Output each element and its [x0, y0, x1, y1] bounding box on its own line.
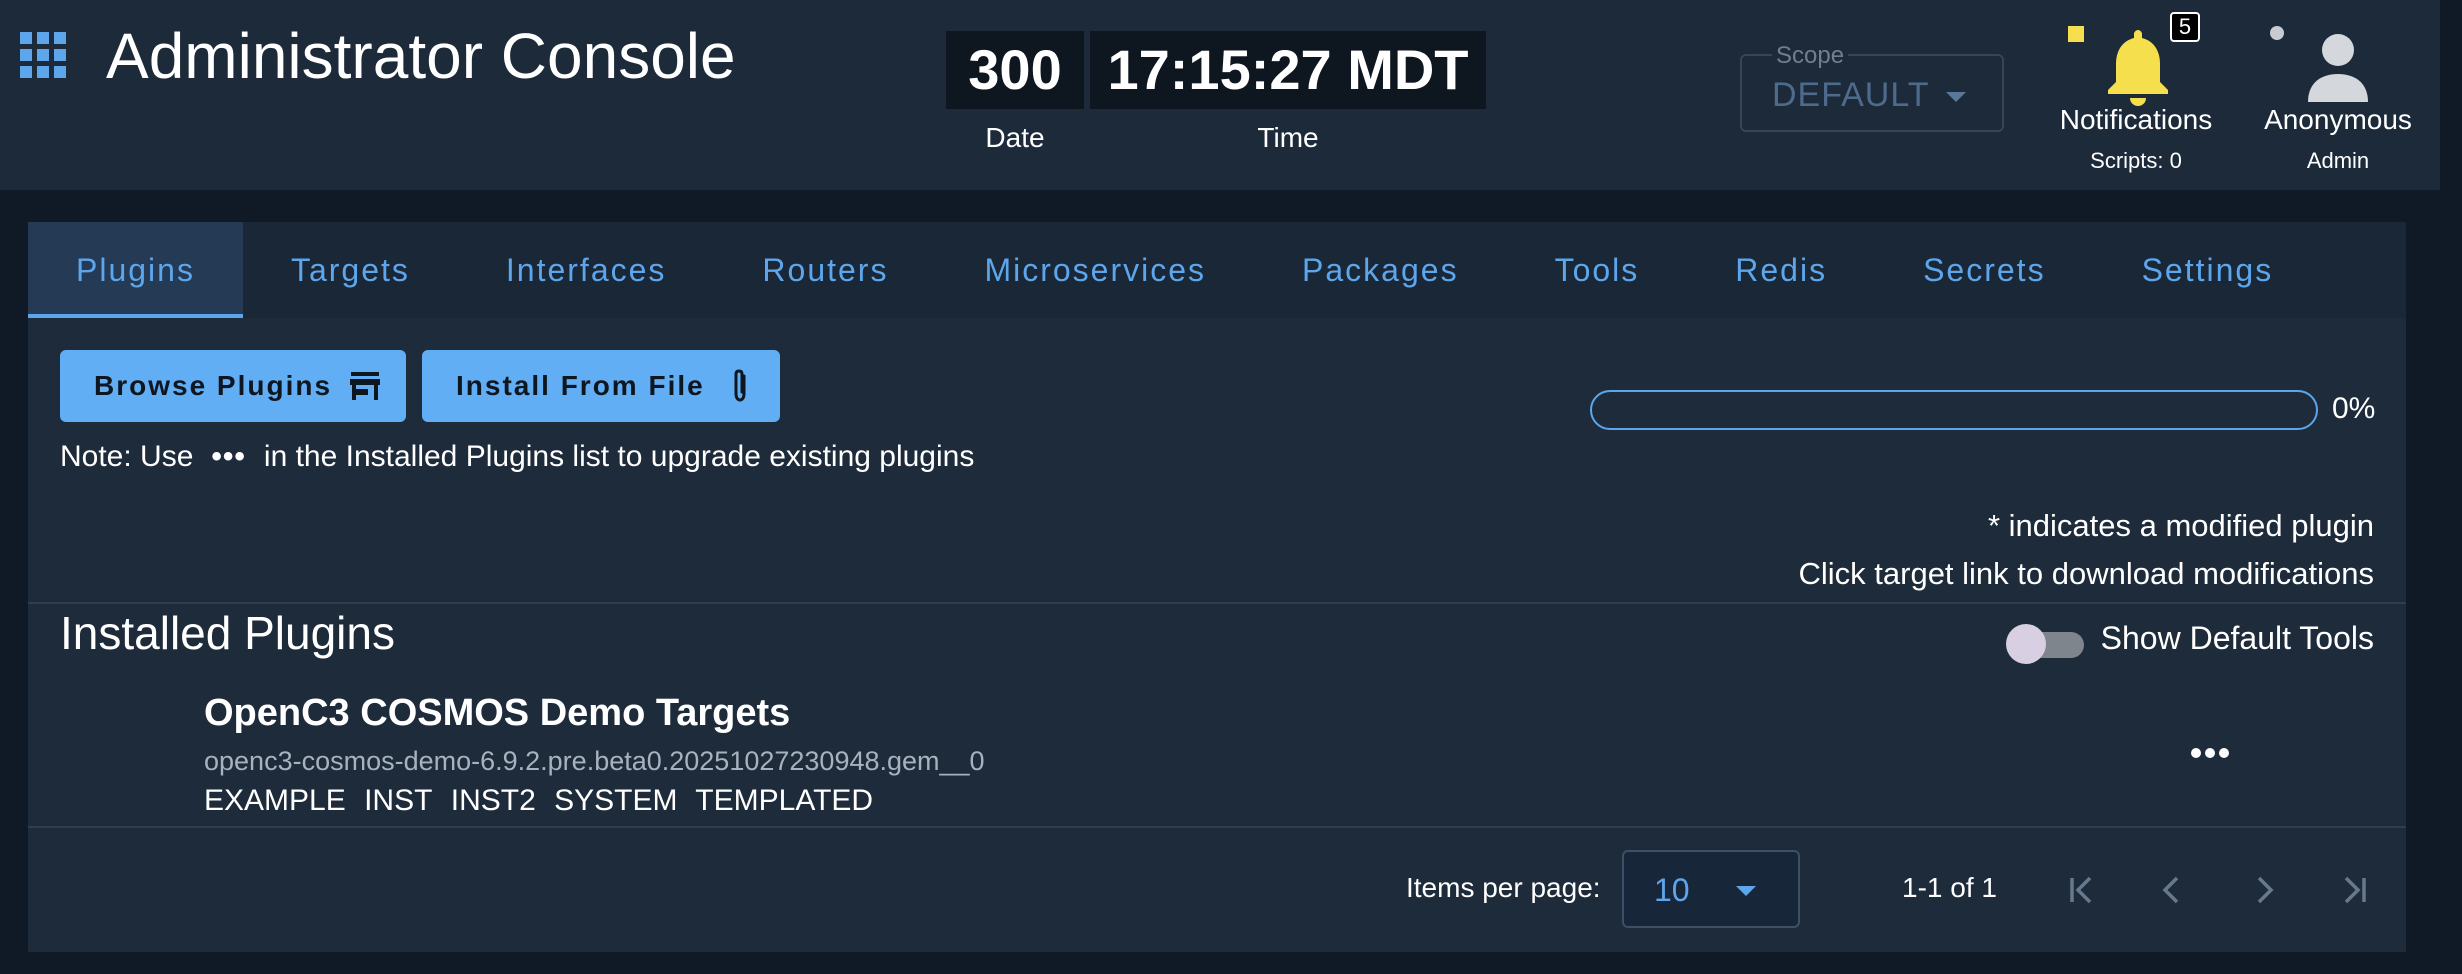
modified-plugin-note: * indicates a modified plugin	[1987, 508, 2374, 543]
bell-icon	[2108, 30, 2168, 106]
first-page-icon[interactable]	[2062, 870, 2102, 910]
app-title: Administrator Console	[106, 20, 736, 92]
chevron-down-icon	[1736, 886, 1756, 896]
tab-routers[interactable]: Routers	[714, 222, 936, 318]
plugin-gem-file: openc3-cosmos-demo-6.9.2.pre.beta0.20251…	[204, 746, 985, 776]
upload-progress-bar	[1590, 390, 2318, 430]
upgrade-note: Note: Use ••• in the Installed Plugins lis…	[60, 440, 974, 474]
notification-indicator	[2068, 26, 2084, 42]
tab-packages[interactable]: Packages	[1254, 222, 1507, 318]
target-link[interactable]: TEMPLATED	[695, 784, 873, 817]
switch-knob	[2006, 624, 2046, 664]
scope-value: DEFAULT	[1772, 76, 1930, 114]
progress-percent: 0%	[2332, 392, 2376, 425]
chevron-right-icon[interactable]	[2244, 870, 2284, 910]
divider	[28, 602, 2406, 604]
scripts-count: Scripts: 0	[2090, 148, 2182, 173]
scope-select[interactable]: Scope DEFAULT	[1740, 42, 2004, 132]
show-default-tools-switch[interactable]	[2006, 622, 2092, 666]
divider	[28, 826, 2406, 828]
dots-horizontal-icon[interactable]	[2188, 738, 2232, 768]
grid-icon[interactable]	[20, 32, 66, 78]
scope-label: Scope	[1772, 42, 1849, 70]
clock-date-label: Date	[985, 122, 1045, 153]
notifications-label: Notifications	[2059, 104, 2213, 135]
clock-date-value: 300	[946, 31, 1084, 109]
items-per-page-value: 10	[1654, 872, 1690, 908]
clock-time-label: Time	[1257, 122, 1319, 153]
tab-targets[interactable]: Targets	[243, 222, 458, 318]
target-link[interactable]: INST2	[451, 784, 536, 817]
tab-secrets[interactable]: Secrets	[1875, 222, 2093, 318]
clock-time-value: 17:15:27 MDT	[1090, 31, 1486, 109]
tab-plugins[interactable]: Plugins	[28, 222, 243, 318]
download-modifications-note: Click target link to download modificati…	[1798, 556, 2375, 591]
user-role: Admin	[2306, 148, 2370, 173]
note-suffix: in the Installed Plugins list to upgrade…	[263, 440, 975, 473]
target-link[interactable]: EXAMPLE	[204, 784, 346, 817]
store-icon	[350, 372, 380, 400]
notification-badge: 5	[2170, 12, 2200, 42]
installed-plugins-title: Installed Plugins	[60, 607, 395, 659]
account-icon	[2308, 34, 2368, 102]
tab-settings[interactable]: Settings	[2094, 222, 2322, 318]
tab-redis[interactable]: Redis	[1687, 222, 1875, 318]
dots-horizontal-icon: •••	[211, 440, 246, 473]
user-name: Anonymous	[2264, 104, 2412, 135]
note-prefix: Note: Use	[60, 440, 194, 473]
status-dot	[2270, 26, 2284, 40]
tab-tools[interactable]: Tools	[1507, 222, 1688, 318]
last-page-icon[interactable]	[2334, 870, 2374, 910]
install-from-file-button[interactable]: Install From File	[422, 350, 780, 422]
browse-plugins-label: Browse Plugins	[94, 370, 333, 401]
tab-interfaces[interactable]: Interfaces	[458, 222, 715, 318]
plugin-name: OpenC3 COSMOS Demo Targets	[204, 692, 791, 734]
page-range: 1-1 of 1	[1902, 872, 1997, 903]
chevron-down-icon	[1946, 92, 1966, 102]
tab-bar: Plugins Targets Interfaces Routers Micro…	[28, 222, 2406, 318]
browse-plugins-button[interactable]: Browse Plugins	[60, 350, 406, 422]
app-bar: Administrator Console 300 17:15:27 MDT D…	[0, 0, 2440, 192]
target-link[interactable]: SYSTEM	[554, 784, 677, 817]
paperclip-icon	[734, 369, 746, 402]
plugins-card: Plugins Targets Interfaces Routers Micro…	[28, 222, 2406, 952]
install-from-file-label: Install From File	[456, 370, 705, 401]
plugin-targets: EXAMPLE INST INST2 SYSTEM TEMPLATED	[204, 784, 883, 818]
chevron-left-icon[interactable]	[2152, 870, 2192, 910]
items-per-page-select[interactable]: 10	[1622, 850, 1800, 928]
items-per-page-label: Items per page:	[1406, 872, 1601, 903]
notifications-button[interactable]: 5 Notifications Scripts: 0	[2046, 12, 2226, 182]
show-default-tools-label: Show Default Tools	[2100, 620, 2374, 656]
tab-microservices[interactable]: Microservices	[936, 222, 1254, 318]
target-link[interactable]: INST	[364, 784, 432, 817]
